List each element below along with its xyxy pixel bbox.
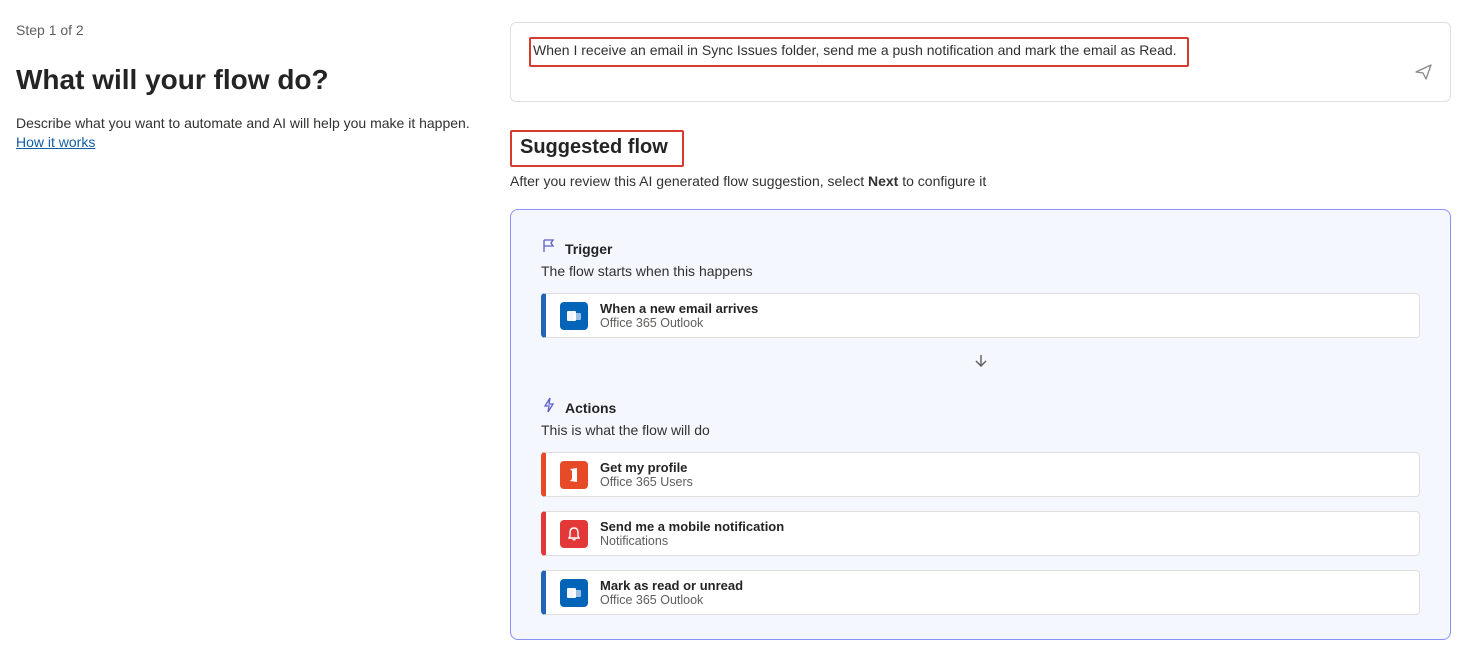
- action-step-title: Send me a mobile notification: [600, 519, 784, 534]
- office-icon: [560, 461, 588, 489]
- send-icon[interactable]: [1414, 62, 1434, 87]
- page-subtext: Describe what you want to automate and A…: [16, 114, 474, 134]
- outlook-icon: [560, 302, 588, 330]
- left-panel: Step 1 of 2 What will your flow do? Desc…: [0, 0, 490, 660]
- how-it-works-link[interactable]: How it works: [16, 134, 95, 150]
- suggested-flow-heading: Suggested flow: [520, 136, 668, 159]
- bell-icon: [560, 520, 588, 548]
- prompt-input-box[interactable]: When I receive an email in Sync Issues f…: [510, 22, 1451, 102]
- action-step[interactable]: Get my profile Office 365 Users: [541, 452, 1420, 497]
- trigger-desc: The flow starts when this happens: [541, 263, 1420, 279]
- actions-desc: This is what the flow will do: [541, 422, 1420, 438]
- actions-label: Actions: [565, 400, 616, 416]
- arrow-down-icon: [541, 352, 1420, 375]
- action-step[interactable]: Mark as read or unread Office 365 Outloo…: [541, 570, 1420, 615]
- suggested-flow-card: Trigger The flow starts when this happen…: [510, 209, 1451, 640]
- action-step[interactable]: Send me a mobile notification Notificati…: [541, 511, 1420, 556]
- action-step-sub: Office 365 Users: [600, 475, 693, 489]
- trigger-step-sub: Office 365 Outlook: [600, 316, 758, 330]
- page-heading: What will your flow do?: [16, 64, 474, 96]
- suggested-flow-heading-highlight: Suggested flow: [510, 130, 684, 167]
- step-label: Step 1 of 2: [16, 22, 474, 38]
- trigger-step-title: When a new email arrives: [600, 301, 758, 316]
- outlook-icon: [560, 579, 588, 607]
- actions-header: Actions: [541, 397, 1420, 418]
- lightning-icon: [541, 397, 557, 418]
- trigger-step[interactable]: When a new email arrives Office 365 Outl…: [541, 293, 1420, 338]
- trigger-label: Trigger: [565, 241, 612, 257]
- action-step-sub: Notifications: [600, 534, 784, 548]
- action-step-title: Get my profile: [600, 460, 693, 475]
- action-step-sub: Office 365 Outlook: [600, 593, 743, 607]
- prompt-text: When I receive an email in Sync Issues f…: [529, 37, 1189, 67]
- trigger-header: Trigger: [541, 238, 1420, 259]
- action-step-title: Mark as read or unread: [600, 578, 743, 593]
- review-instruction: After you review this AI generated flow …: [510, 173, 1451, 189]
- right-panel: When I receive an email in Sync Issues f…: [490, 0, 1465, 660]
- flag-icon: [541, 238, 557, 259]
